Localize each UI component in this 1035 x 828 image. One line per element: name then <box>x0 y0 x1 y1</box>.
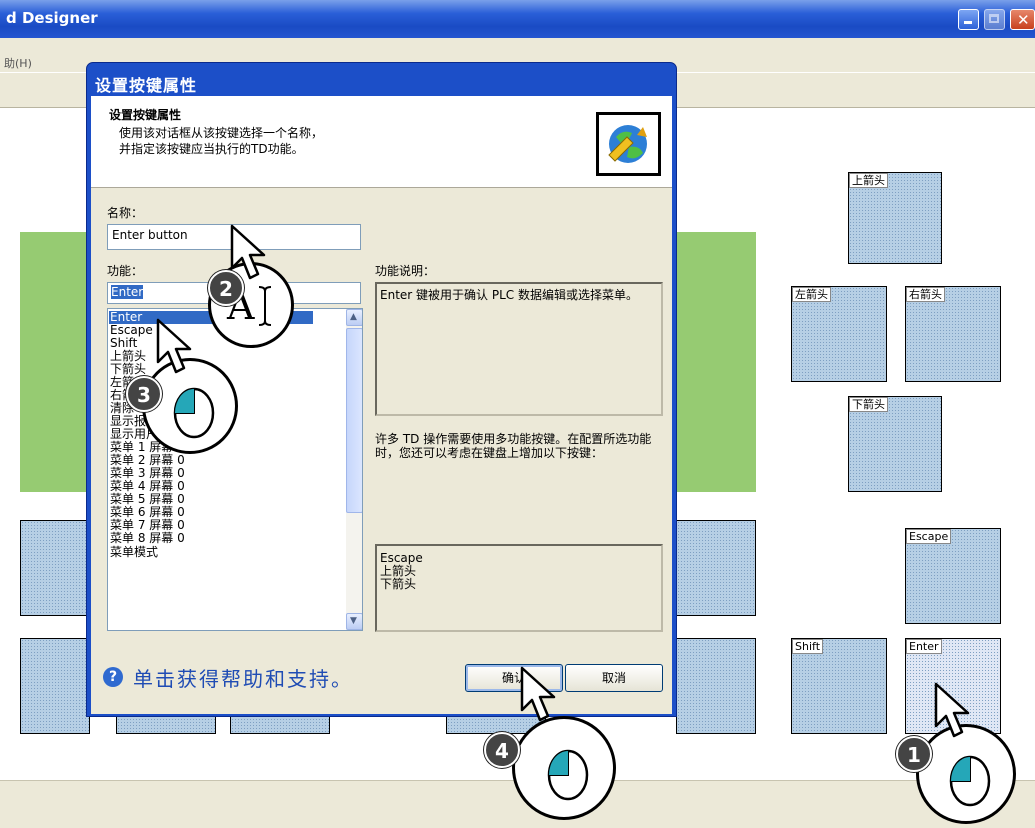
display-area-right <box>676 232 756 492</box>
list-item[interactable]: 菜单模式 <box>110 546 158 559</box>
header-description-line1: 使用该对话框从该按键选择一个名称， <box>119 126 324 140</box>
key-down[interactable]: 下箭头 <box>848 396 942 492</box>
key-left[interactable]: 左箭头 <box>791 286 887 382</box>
name-label: 名称： <box>107 206 144 220</box>
key-block[interactable] <box>20 520 90 616</box>
key-block[interactable] <box>676 638 756 734</box>
display-area-left <box>20 232 90 492</box>
key-block[interactable] <box>20 638 90 734</box>
callout-number-3: 3 <box>126 376 162 412</box>
list-item[interactable]: 菜单 8 屏幕 0 <box>110 532 185 545</box>
app-title: d Designer <box>6 9 98 27</box>
header-description-line2: 并指定该按键应当执行的TD功能。 <box>119 142 304 156</box>
key-left-label: 左箭头 <box>792 287 831 302</box>
key-block[interactable] <box>676 520 756 616</box>
maximize-button[interactable] <box>984 9 1005 30</box>
key-shift-label: Shift <box>792 639 824 654</box>
description-label: 功能说明： <box>375 264 436 278</box>
help-icon[interactable]: ? <box>103 667 123 687</box>
dialog-header: 设置按键属性 使用该对话框从该按键选择一个名称， 并指定该按键应当执行的TD功能… <box>91 96 672 188</box>
chevron-up-icon: ▲ <box>350 312 357 322</box>
wizard-globe-icon <box>596 112 661 176</box>
key-enter-label: Enter <box>906 639 942 654</box>
dialog-title: 设置按键属性 <box>95 76 198 95</box>
hint-text: 许多 TD 操作需要使用多功能按键。在配置所选功能时，您还可以考虑在键盘上增加以… <box>375 432 652 460</box>
suggested-key: 上箭头 <box>380 564 417 578</box>
scroll-down-button[interactable]: ▼ <box>346 613 362 630</box>
list-scrollbar[interactable]: ▲ ▼ <box>346 309 362 630</box>
callout-ok-click <box>512 716 616 820</box>
key-right[interactable]: 右箭头 <box>905 286 1001 382</box>
function-label: 功能： <box>107 264 144 278</box>
scroll-up-button[interactable]: ▲ <box>346 309 362 326</box>
mouse-pointer-icon <box>156 318 192 374</box>
cancel-button[interactable]: 取消 <box>565 664 663 692</box>
mouse-pointer-icon <box>520 666 556 722</box>
menu-help[interactable]: 助(H) <box>4 55 32 71</box>
key-up[interactable]: 上箭头 <box>848 172 942 264</box>
mouse-pointer-icon <box>934 682 970 738</box>
close-icon: ✕ <box>1017 11 1030 29</box>
header-title: 设置按键属性 <box>109 108 182 122</box>
mouse-click-icon <box>949 755 991 807</box>
mouse-click-icon <box>173 387 215 439</box>
mouse-click-icon <box>547 749 589 801</box>
scroll-thumb[interactable] <box>346 328 362 513</box>
key-up-label: 上箭头 <box>849 173 888 188</box>
function-list[interactable]: Enter Escape Shift 上箭头 下箭头 左箭头 右箭头 清除 显示… <box>107 308 363 631</box>
description-box: Enter 键被用于确认 PLC 数据编辑或选择菜单。 <box>375 282 663 416</box>
suggested-key: Escape <box>380 551 423 565</box>
key-down-label: 下箭头 <box>849 397 888 412</box>
key-escape-label: Escape <box>906 529 952 544</box>
mouse-pointer-icon <box>230 224 266 280</box>
suggested-keys-box: Escape 上箭头 下箭头 <box>375 544 663 632</box>
minimize-button[interactable] <box>958 9 979 30</box>
help-link[interactable]: 单击获得帮助和支持。 <box>133 663 353 692</box>
key-shift[interactable]: Shift <box>791 638 887 734</box>
callout-number-1: 1 <box>896 736 932 772</box>
key-escape[interactable]: Escape <box>905 528 1001 624</box>
key-right-label: 右箭头 <box>906 287 945 302</box>
suggested-key: 下箭头 <box>380 577 417 591</box>
chevron-down-icon: ▼ <box>350 616 357 626</box>
close-button[interactable]: ✕ <box>1010 9 1035 30</box>
title-bar: d Designer ✕ <box>0 0 1035 38</box>
callout-number-4: 4 <box>484 732 520 768</box>
function-input-value: Enter <box>111 285 144 299</box>
